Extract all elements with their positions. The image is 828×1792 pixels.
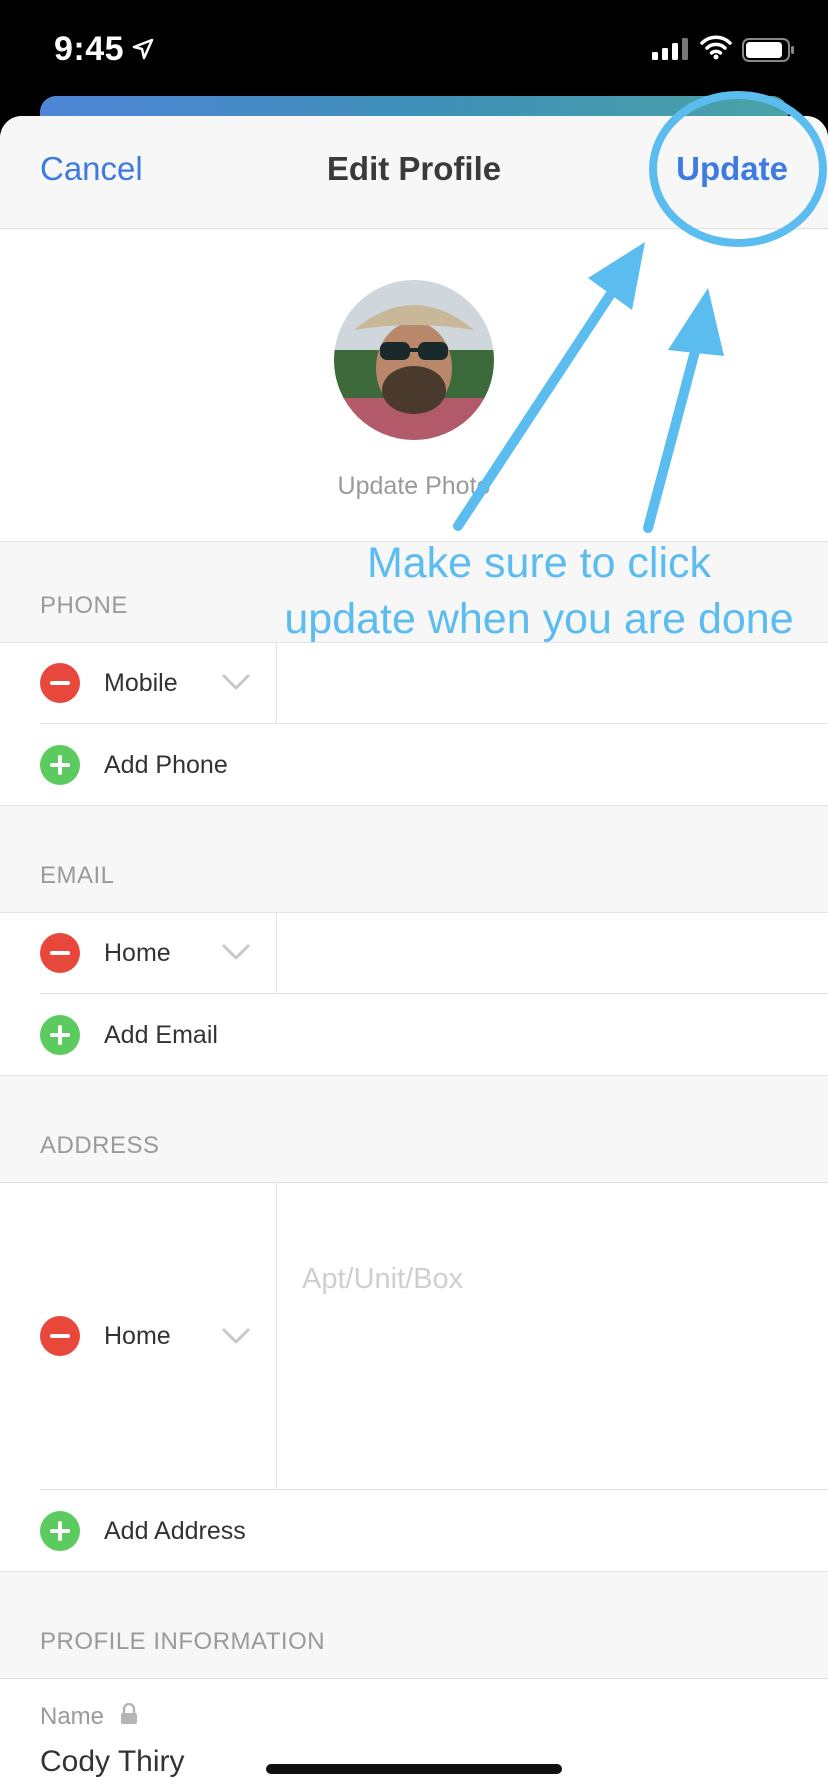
- wifi-icon: [700, 35, 732, 60]
- email-input[interactable]: [277, 913, 828, 993]
- profile-photo-image: [334, 280, 494, 440]
- chevron-down-icon[interactable]: [222, 673, 250, 691]
- add-email-row[interactable]: Add Email: [0, 994, 828, 1076]
- remove-phone-button[interactable]: [40, 663, 80, 703]
- apt-unit-box-input[interactable]: Apt/Unit/Box: [302, 1263, 463, 1296]
- battery-icon: [742, 38, 794, 62]
- add-phone-button[interactable]: [40, 745, 80, 785]
- email-type-label[interactable]: Home: [104, 939, 171, 968]
- status-time: 9:45: [54, 30, 125, 68]
- phone-header-label: PHONE: [40, 592, 128, 619]
- phone-type-label[interactable]: Mobile: [104, 669, 178, 698]
- location-arrow-icon: [132, 38, 154, 60]
- address-type-label[interactable]: Home: [104, 1322, 171, 1351]
- name-label: Name: [40, 1703, 105, 1730]
- email-row: Home: [0, 913, 828, 993]
- remove-email-button[interactable]: [40, 933, 80, 973]
- name-value: Cody Thiry: [40, 1745, 185, 1778]
- add-email-button[interactable]: [40, 1015, 80, 1055]
- profile-information-section: Name Cody Thiry: [0, 1678, 828, 1792]
- address-row: Home Apt/Unit/Box: [0, 1183, 828, 1489]
- annotation-note: Make sure to click update when you are d…: [250, 535, 828, 647]
- add-address-row[interactable]: Add Address: [0, 1490, 828, 1572]
- avatar[interactable]: [334, 280, 494, 440]
- home-indicator[interactable]: [266, 1764, 562, 1774]
- navigation-bar: Edit Profile Cancel Update: [0, 116, 828, 229]
- divider: [276, 1183, 277, 1489]
- update-button[interactable]: Update: [676, 150, 788, 188]
- cancel-button[interactable]: Cancel: [40, 150, 143, 188]
- lock-icon: [121, 1703, 137, 1724]
- chevron-down-icon[interactable]: [222, 1327, 250, 1345]
- email-section-header: EMAIL: [0, 806, 828, 912]
- remove-address-button[interactable]: [40, 1316, 80, 1356]
- add-email-label[interactable]: Add Email: [104, 1021, 218, 1050]
- edit-profile-sheet: Edit Profile Cancel Update Update Photo …: [0, 116, 828, 1792]
- profile-photo-section: Update Photo: [0, 230, 828, 542]
- address-header-label: ADDRESS: [40, 1132, 160, 1159]
- cellular-signal-icon: [652, 38, 688, 60]
- address-section: Home Apt/Unit/Box Add Address: [0, 1182, 828, 1572]
- profile-information-header: PROFILE INFORMATION: [0, 1572, 828, 1678]
- phone-number-input[interactable]: [277, 643, 828, 723]
- email-header-label: EMAIL: [40, 862, 115, 889]
- status-bar: 9:45: [0, 0, 828, 100]
- address-section-header: ADDRESS: [0, 1076, 828, 1182]
- add-phone-row[interactable]: Add Phone: [0, 724, 828, 806]
- phone-row: Mobile: [0, 643, 828, 723]
- profile-information-label: PROFILE INFORMATION: [40, 1628, 326, 1655]
- add-address-button[interactable]: [40, 1511, 80, 1551]
- add-address-label[interactable]: Add Address: [104, 1517, 246, 1546]
- add-phone-label[interactable]: Add Phone: [104, 751, 228, 780]
- email-section: Home Add Email: [0, 912, 828, 1076]
- phone-section: Mobile Add Phone: [0, 642, 828, 806]
- update-photo-link[interactable]: Update Photo: [0, 472, 828, 501]
- annotation-line-2: update when you are done: [284, 595, 794, 643]
- annotation-line-1: Make sure to click: [366, 539, 712, 587]
- chevron-down-icon[interactable]: [222, 943, 250, 961]
